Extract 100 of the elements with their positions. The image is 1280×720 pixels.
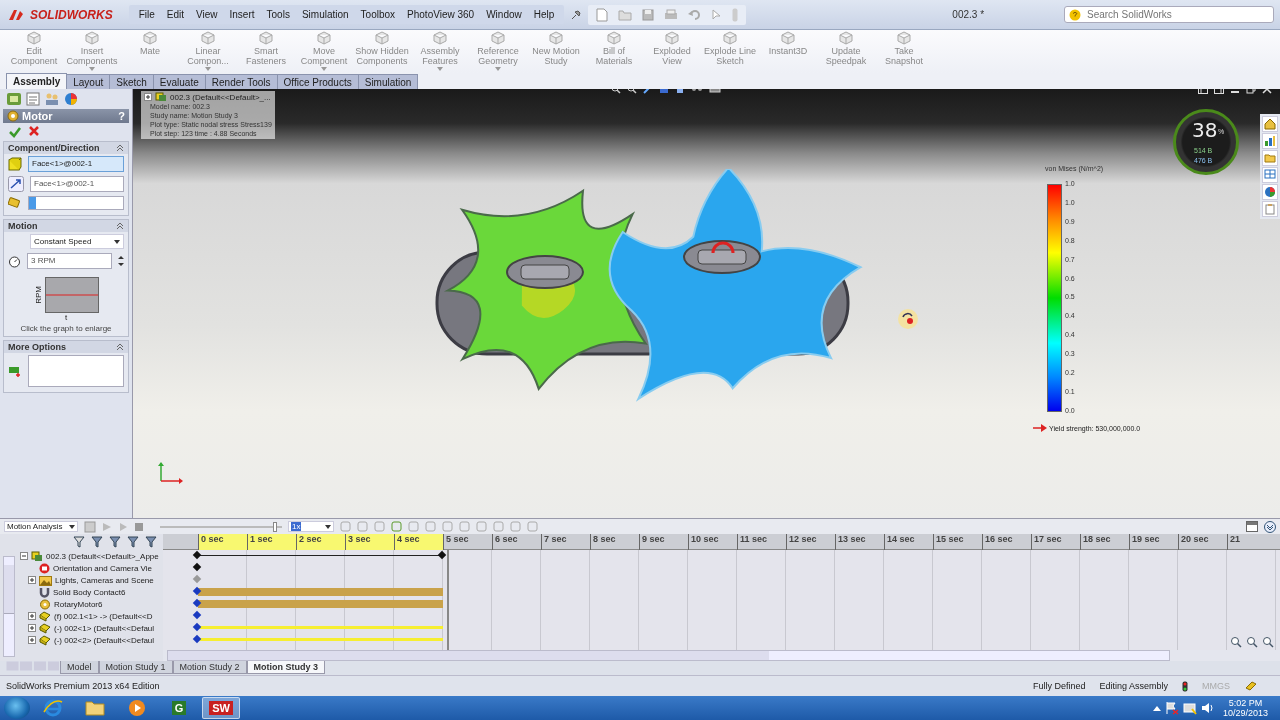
- keyframe[interactable]: [437, 550, 447, 560]
- list-box[interactable]: [28, 355, 124, 387]
- speaker-icon[interactable]: [1200, 701, 1215, 715]
- cursor-icon[interactable]: [712, 8, 723, 21]
- menu-item[interactable]: Edit: [160, 7, 191, 22]
- vertical-scrollbar[interactable]: [3, 556, 15, 657]
- keyframe[interactable]: [192, 610, 202, 620]
- command-button[interactable]: Reference Geometry: [470, 31, 526, 71]
- study-tab[interactable]: Motion Study 1: [98, 661, 173, 674]
- time-ruler[interactable]: 0 sec 1 sec 2 sec 3 sec 4 sec 5 sec 6 sec 7 sec 8 sec 9 sec 10 sec 11 sec 12 sec 13 sec 14 sec 15 sec 16 sec 17 sec 18 sec 19 sec 20 sec 21: [163, 534, 1280, 550]
- stop-icon[interactable]: [134, 521, 144, 532]
- tree-item[interactable]: (-) 002<2> (Default<<Defaul: [54, 635, 155, 645]
- tray-arrow-icon[interactable]: [1152, 705, 1161, 711]
- menu-item[interactable]: Help: [527, 7, 561, 22]
- tree-item[interactable]: 002.3 (Default<<Default>_Appe: [46, 551, 159, 561]
- command-button[interactable]: Show Hidden Components: [354, 31, 410, 66]
- start-button[interactable]: [4, 697, 30, 719]
- menu-item[interactable]: Window: [480, 7, 528, 22]
- network-icon[interactable]: [1182, 701, 1197, 715]
- chevron-icon[interactable]: [116, 343, 124, 351]
- command-button[interactable]: Mate: [122, 31, 178, 56]
- study-tab[interactable]: Motion Study 2: [172, 661, 247, 674]
- clipboard-icon[interactable]: [1264, 203, 1276, 215]
- arrow-button-icon[interactable]: [8, 176, 24, 192]
- menu-item[interactable]: Insert: [223, 7, 261, 22]
- command-button[interactable]: Assembly Features: [412, 31, 468, 71]
- tree-item[interactable]: (-) 002<1> (Default<<Defaul: [54, 623, 155, 633]
- menu-item[interactable]: Toolbox: [354, 7, 402, 22]
- tab[interactable]: Office Products: [276, 74, 359, 89]
- search-input[interactable]: Search SolidWorks: [1085, 8, 1259, 21]
- command-button[interactable]: Instant3D: [760, 31, 816, 56]
- filter-icon[interactable]: [109, 536, 121, 548]
- folder-icon[interactable]: [1264, 152, 1276, 164]
- zoom-icon[interactable]: [1230, 636, 1242, 648]
- expand-icon[interactable]: [28, 624, 36, 632]
- speed-graph-drawing[interactable]: [44, 277, 99, 313]
- feature-tree-icon[interactable]: [6, 92, 22, 106]
- command-button[interactable]: Update Speedpak: [818, 31, 874, 66]
- expand-icon[interactable]: [28, 576, 36, 584]
- table-icon[interactable]: [1264, 169, 1276, 181]
- zoom-icon[interactable]: [1262, 636, 1274, 648]
- speed-field[interactable]: 3 RPM: [27, 253, 112, 269]
- chevron-icon[interactable]: [116, 222, 124, 230]
- command-button[interactable]: Explode Line Sketch: [702, 31, 758, 66]
- taskbar-button[interactable]: G: [160, 697, 198, 719]
- pie-icon[interactable]: [63, 92, 79, 106]
- expand-icon[interactable]: [20, 552, 28, 560]
- tab[interactable]: Sketch: [109, 74, 154, 89]
- menu-item[interactable]: Simulation: [295, 7, 355, 22]
- globe-icon[interactable]: [1264, 186, 1276, 198]
- filter-icon[interactable]: [91, 536, 103, 548]
- window-layout-icon[interactable]: [1246, 521, 1258, 532]
- command-button[interactable]: Move Component: [296, 31, 352, 71]
- keyframe[interactable]: [192, 562, 202, 572]
- collapse-icon[interactable]: [1264, 520, 1276, 533]
- menu-item[interactable]: File: [132, 7, 161, 22]
- tree-item[interactable]: Lights, Cameras and Scene: [55, 575, 154, 585]
- tab[interactable]: Evaluate: [152, 74, 206, 89]
- tree-item[interactable]: Solid Body Contact6: [53, 587, 126, 597]
- command-button[interactable]: Smart Fasteners: [238, 31, 294, 66]
- command-button[interactable]: Linear Compon...: [180, 31, 236, 71]
- expand-icon[interactable]: [28, 612, 36, 620]
- menu-item[interactable]: View: [190, 7, 224, 22]
- playback-speed-dropdown[interactable]: 1x: [288, 521, 334, 532]
- command-button[interactable]: New Motion Study: [528, 31, 584, 66]
- chevron-icon[interactable]: [116, 144, 124, 152]
- keyframe[interactable]: [192, 550, 202, 560]
- expand-icon[interactable]: [144, 93, 152, 101]
- tree-item[interactable]: (f) 002.1<1> -> (Default<<D: [54, 611, 153, 621]
- spinner-icon[interactable]: [118, 255, 124, 267]
- zoom-icon[interactable]: [1246, 636, 1258, 648]
- playback-slider[interactable]: [160, 521, 282, 532]
- menu-item[interactable]: Tools: [260, 7, 296, 22]
- flag-icon[interactable]: [1164, 701, 1179, 715]
- tab[interactable]: Assembly: [6, 73, 68, 89]
- search-field[interactable]: Search SolidWorks: [1064, 6, 1274, 23]
- pin-icon[interactable]: [570, 8, 583, 21]
- chart-icon[interactable]: [1264, 135, 1276, 147]
- clipboard-icon[interactable]: [25, 92, 41, 106]
- selection-field[interactable]: Face<1>@002-1: [30, 176, 124, 192]
- tag-icon[interactable]: [1244, 680, 1258, 692]
- help-button[interactable]: ?: [118, 110, 125, 122]
- tree-item[interactable]: Orientation and Camera Vie: [53, 563, 153, 573]
- motion-type-dropdown[interactable]: Constant Speed: [30, 234, 124, 249]
- horizontal-scrollbar[interactable]: [167, 650, 1170, 661]
- tree-item[interactable]: RotaryMotor6: [54, 599, 103, 609]
- taskbar-button[interactable]: SW: [202, 697, 240, 719]
- document-icon[interactable]: [596, 7, 609, 22]
- people-icon[interactable]: [44, 92, 60, 106]
- study-type-dropdown[interactable]: Motion Analysis: [4, 521, 78, 532]
- tab[interactable]: Simulation: [357, 74, 419, 89]
- toolbar-tool-icon[interactable]: [391, 521, 402, 532]
- selection-field[interactable]: Face<1>@002-1: [28, 156, 124, 172]
- command-button[interactable]: Insert Components: [64, 31, 120, 71]
- checkmark-icon[interactable]: [9, 126, 21, 138]
- filter-icon[interactable]: [73, 536, 85, 548]
- home-icon[interactable]: [1264, 118, 1276, 130]
- tab[interactable]: Render Tools: [204, 74, 278, 89]
- graphics-viewport[interactable]: [133, 89, 1280, 518]
- filter-icon[interactable]: [145, 536, 157, 548]
